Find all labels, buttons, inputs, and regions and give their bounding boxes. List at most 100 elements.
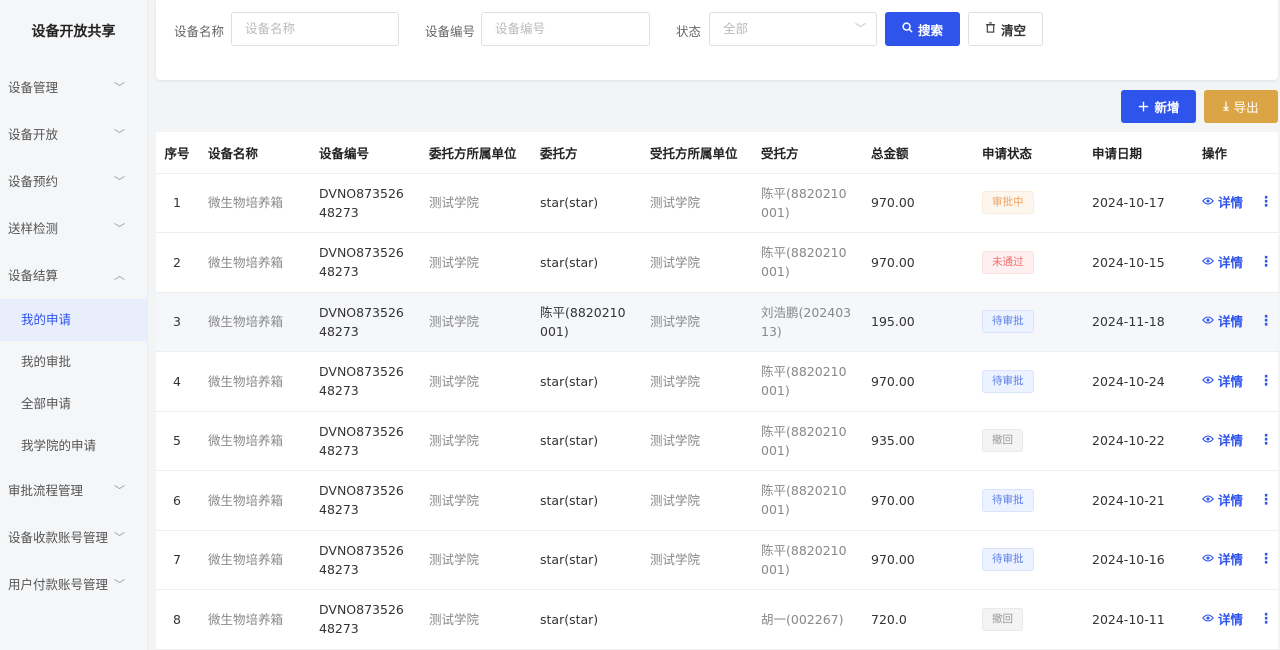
client-unit-cell: 测试学院	[419, 470, 530, 531]
detail-link-label: 详情	[1218, 254, 1244, 270]
device-name-input[interactable]: 设备名称	[231, 12, 399, 46]
client-cell: star(star)	[530, 411, 640, 471]
client-cell: star(star)	[530, 173, 640, 233]
sidebar-item[interactable]: 设备收款账号管理 ﹀	[0, 514, 147, 561]
sidebar-menu-bottom: 审批流程管理 ﹀ 设备收款账号管理 ﹀ 用户付款账号管理 ﹀	[0, 467, 147, 608]
more-vertical-icon[interactable]: ⋮	[1259, 431, 1273, 450]
amount-cell: 970.00	[861, 173, 972, 233]
column-header: 受托方	[751, 132, 861, 174]
add-button[interactable]: ＋ 新增	[1121, 90, 1196, 123]
trustee-unit-cell: 测试学院	[640, 530, 751, 590]
sidebar-item-label: 设备收款账号管理	[8, 530, 109, 545]
status-badge: 审批中	[982, 191, 1034, 215]
table-row: 1 微生物培养箱 DVNO87352648273 测试学院 star(star) 测试学院…	[156, 173, 1278, 233]
operation-group: 详情 ⋮	[1202, 372, 1273, 391]
more-vertical-icon[interactable]: ⋮	[1259, 312, 1273, 331]
operation-cell: 详情 ⋮	[1192, 589, 1278, 650]
operation-group: 详情 ⋮	[1202, 610, 1273, 629]
sidebar-item[interactable]: 审批流程管理 ﹀	[0, 467, 147, 514]
device-code-cell: DVNO87352648273	[309, 589, 419, 650]
operation-cell: 详情 ⋮	[1192, 470, 1278, 531]
table-row: 6 微生物培养箱 DVNO87352648273 测试学院 star(star) 测试学院…	[156, 470, 1278, 531]
sidebar-item[interactable]: 设备结算 ︿	[0, 252, 147, 299]
export-button[interactable]: ⤓ 导出	[1204, 90, 1278, 123]
eye-icon	[1202, 491, 1214, 510]
table-row: 5 微生物培养箱 DVNO87352648273 测试学院 star(star) 测试学院…	[156, 411, 1278, 471]
status-badge: 撤回	[982, 607, 1023, 631]
row-number: 8	[156, 589, 198, 650]
more-vertical-icon[interactable]: ⋮	[1259, 491, 1273, 510]
clear-button-label: 清空	[1000, 22, 1026, 38]
client-unit-cell: 测试学院	[419, 173, 530, 233]
status-select[interactable]: 全部 ﹀	[709, 12, 877, 46]
client-unit-cell: 测试学院	[419, 292, 530, 352]
more-vertical-icon[interactable]: ⋮	[1259, 193, 1273, 212]
detail-link[interactable]: 详情	[1202, 372, 1243, 391]
chevron-icon: ﹀	[114, 175, 125, 188]
sidebar-item[interactable]: 设备管理 ﹀	[0, 64, 147, 111]
sidebar-item[interactable]: 设备开放 ﹀	[0, 111, 147, 158]
detail-link[interactable]: 详情	[1202, 312, 1243, 331]
detail-link[interactable]: 详情	[1202, 253, 1243, 272]
search-button[interactable]: 搜索	[885, 12, 960, 46]
eye-icon	[1202, 610, 1214, 629]
sidebar-item-label: 用户付款账号管理	[8, 577, 109, 592]
eye-icon	[1202, 550, 1214, 569]
trustee-unit-cell: 测试学院	[640, 232, 751, 293]
status-badge: 待审批	[982, 310, 1034, 334]
more-vertical-icon[interactable]: ⋮	[1259, 610, 1273, 629]
operation-cell: 详情 ⋮	[1192, 411, 1278, 471]
sidebar-subitem[interactable]: 我的审批	[0, 341, 147, 383]
trustee-unit-cell	[640, 589, 751, 650]
chevron-icon: ﹀	[114, 578, 125, 591]
sidebar-subitem[interactable]: 我学院的申请	[0, 425, 147, 467]
eye-icon	[1202, 372, 1214, 391]
device-name-cell: 微生物培养箱	[198, 232, 309, 293]
row-number: 5	[156, 411, 198, 471]
row-number: 3	[156, 292, 198, 352]
client-unit-cell: 测试学院	[419, 530, 530, 590]
table-row: 3 微生物培养箱 DVNO87352648273 测试学院 陈平(8820210001)…	[156, 292, 1278, 352]
eye-icon	[1202, 431, 1214, 450]
table-row: 2 微生物培养箱 DVNO87352648273 测试学院 star(star) 测试学院…	[156, 232, 1278, 293]
client-cell: star(star)	[530, 470, 640, 531]
date-cell: 2024-10-24	[1082, 351, 1192, 412]
sidebar-item[interactable]: 送样检测 ﹀	[0, 205, 147, 252]
sidebar: 设备开放共享 设备管理 ﹀ 设备开放 ﹀ 设备预约 ﹀ 送样检测 ﹀ 设备结算 ︿ 我的申请 我的审…	[0, 0, 148, 650]
detail-link[interactable]: 详情	[1202, 491, 1243, 510]
sidebar-item-label: 设备管理	[8, 80, 59, 95]
status-select-value: 全部	[723, 21, 749, 36]
sidebar-item[interactable]: 设备预约 ﹀	[0, 158, 147, 205]
operation-cell: 详情 ⋮	[1192, 173, 1278, 233]
date-cell: 2024-11-18	[1082, 292, 1192, 352]
row-number: 4	[156, 351, 198, 412]
device-code-cell: DVNO87352648273	[309, 411, 419, 471]
detail-link[interactable]: 详情	[1202, 610, 1243, 629]
detail-link[interactable]: 详情	[1202, 431, 1243, 450]
device-code-input[interactable]: 设备编号	[481, 12, 650, 46]
more-vertical-icon[interactable]: ⋮	[1259, 372, 1273, 391]
operation-cell: 详情 ⋮	[1192, 292, 1278, 352]
status-badge: 待审批	[982, 488, 1034, 512]
plus-icon: ＋	[1137, 100, 1150, 114]
date-cell: 2024-10-21	[1082, 470, 1192, 531]
device-code-label: 设备编号	[425, 24, 476, 39]
sidebar-subitem[interactable]: 全部申请	[0, 383, 147, 425]
clear-button[interactable]: 清空	[968, 12, 1043, 46]
status-cell: 未通过	[972, 232, 1082, 293]
trustee-cell: 陈平(8820210001)	[751, 530, 861, 590]
sidebar-subitem[interactable]: 我的申请	[0, 299, 147, 341]
detail-link[interactable]: 详情	[1202, 550, 1243, 569]
row-number: 2	[156, 232, 198, 293]
trustee-cell: 陈平(8820210001)	[751, 411, 861, 471]
more-vertical-icon[interactable]: ⋮	[1259, 550, 1273, 569]
column-header: 申请状态	[972, 132, 1082, 174]
detail-link[interactable]: 详情	[1202, 193, 1243, 212]
sidebar-item-label: 设备结算	[8, 268, 59, 283]
export-button-label: 导出	[1233, 100, 1259, 115]
sidebar-item[interactable]: 用户付款账号管理 ﹀	[0, 561, 147, 608]
date-cell: 2024-10-11	[1082, 589, 1192, 650]
device-name-cell: 微生物培养箱	[198, 589, 309, 650]
more-vertical-icon[interactable]: ⋮	[1259, 253, 1273, 272]
table-body: 1 微生物培养箱 DVNO87352648273 测试学院 star(star) 测试学院…	[156, 173, 1278, 650]
